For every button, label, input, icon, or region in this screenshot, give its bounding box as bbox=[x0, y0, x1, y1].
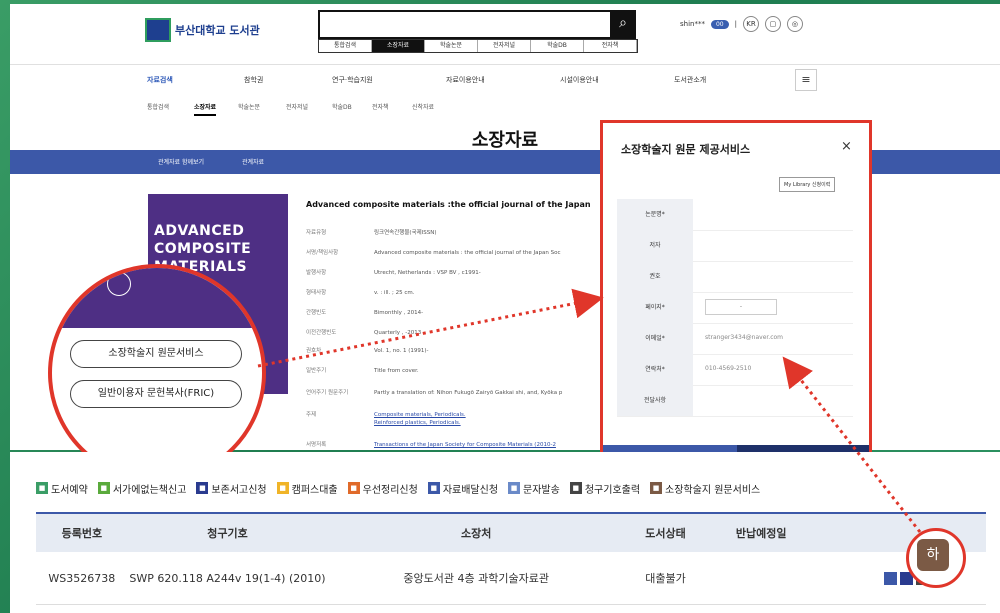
arrow-to-modal bbox=[257, 288, 604, 368]
annotation-arrows bbox=[257, 288, 922, 533]
arrow-to-email bbox=[782, 356, 922, 533]
